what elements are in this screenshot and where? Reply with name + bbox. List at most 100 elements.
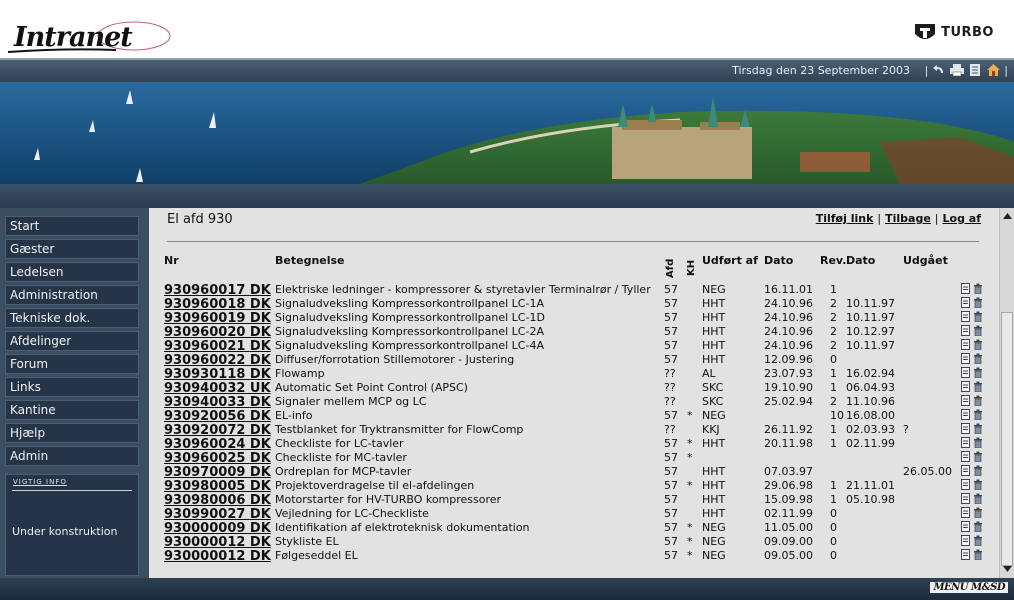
edit-document-icon[interactable] [961,339,970,350]
sidebar-item-admin[interactable]: Admin [5,446,139,466]
edit-document-icon[interactable] [961,325,970,336]
doc-number-link[interactable]: 930920072 DK [164,424,271,437]
logout-link[interactable]: Log af [943,212,981,225]
edit-document-icon[interactable] [961,465,970,476]
edit-document-icon[interactable] [961,395,970,406]
doc-number-link[interactable]: 930000009 DK [164,522,271,535]
scroll-up-icon[interactable] [1001,210,1014,222]
edit-document-icon[interactable] [961,479,970,490]
sidebar-item-hjaelp[interactable]: Hjælp [5,423,139,443]
edit-document-icon[interactable] [961,521,970,532]
edit-document-icon[interactable] [961,507,970,518]
doc-number-link[interactable]: 930960025 DK [164,452,271,465]
sidebar-item-start[interactable]: Start [5,216,139,236]
doc-afd: 57 [664,507,678,520]
delete-trash-icon[interactable] [973,395,983,406]
add-link-link[interactable]: Tilføj link [816,212,874,225]
edit-document-icon[interactable] [961,283,970,294]
delete-trash-icon[interactable] [973,423,983,434]
delete-trash-icon[interactable] [973,521,983,532]
delete-trash-icon[interactable] [973,465,983,476]
sidebar-item-gaester[interactable]: Gæster [5,239,139,259]
doc-number-link[interactable]: 930960021 DK [164,340,271,353]
doc-number-link[interactable]: 930960017 DK [164,284,271,297]
table-row: 930960021 DK Signaludveksling Kompressork… [149,339,999,353]
doc-number-link[interactable]: 930960018 DK [164,298,271,311]
delete-trash-icon[interactable] [973,409,983,420]
doc-author: SKC [702,395,724,408]
doc-number-link[interactable]: 930960019 DK [164,312,271,325]
delete-trash-icon[interactable] [973,507,983,518]
scroll-down-icon[interactable] [1001,563,1014,575]
delete-trash-icon[interactable] [973,479,983,490]
doc-number-link[interactable]: 930970009 DK [164,466,271,479]
doc-revision: 0 [830,507,837,520]
doc-title: Checkliste for MC-tavler [275,451,407,464]
row-actions [961,353,983,364]
delete-trash-icon[interactable] [973,437,983,448]
delete-trash-icon[interactable] [973,535,983,546]
doc-number-link[interactable]: 930960022 DK [164,354,271,367]
doc-author: HHT [702,325,726,338]
doc-number-link[interactable]: 930960024 DK [164,438,271,451]
edit-document-icon[interactable] [961,493,970,504]
delete-trash-icon[interactable] [973,451,983,462]
delete-trash-icon[interactable] [973,493,983,504]
delete-trash-icon[interactable] [973,367,983,378]
doc-number-link[interactable]: 930940032 UK [164,382,271,395]
edit-document-icon[interactable] [961,549,970,560]
doc-date: 09.05.00 [764,549,813,562]
sidebar-item-afdelinger[interactable]: Afdelinger [5,331,139,351]
delete-trash-icon[interactable] [973,325,983,336]
doc-number-link[interactable]: 930980006 DK [164,494,271,507]
sidebar-item-ledelsen[interactable]: Ledelsen [5,262,139,282]
sidebar-item-administration[interactable]: Administration [5,285,139,305]
edit-document-icon[interactable] [961,367,970,378]
edit-document-icon[interactable] [961,437,970,448]
back-link[interactable]: Tilbage [885,212,931,225]
edit-document-icon[interactable] [961,409,970,420]
edit-document-icon[interactable] [961,423,970,434]
intranet-logo[interactable]: Intranet [6,10,181,56]
edit-document-icon[interactable] [961,535,970,546]
scrollbar-thumb[interactable] [1001,312,1013,566]
sidebar-item-links[interactable]: Links [5,377,139,397]
home-icon[interactable] [986,63,1000,77]
edit-document-icon[interactable] [961,297,970,308]
doc-number-link[interactable]: 930000012 DK [164,550,271,563]
vertical-scrollbar[interactable] [999,208,1014,578]
doc-number-link[interactable]: 930980005 DK [164,480,271,493]
doc-revision: 0 [830,535,837,548]
edit-document-icon[interactable] [961,353,970,364]
table-row: 930940033 DK Signaler mellem MCP og LC?? S… [149,395,999,409]
doc-number-link[interactable]: 930000012 DK [164,536,271,549]
delete-trash-icon[interactable] [973,549,983,560]
document-icon[interactable] [968,63,982,77]
edit-document-icon[interactable] [961,451,970,462]
divider [167,241,979,242]
delete-trash-icon[interactable] [973,339,983,350]
doc-date: 16.11.01 [764,283,813,296]
doc-kh: * [687,479,693,492]
delete-trash-icon[interactable] [973,381,983,392]
doc-number-link[interactable]: 930920056 DK [164,410,271,423]
print-icon[interactable] [950,63,965,77]
delete-trash-icon[interactable] [973,311,983,322]
delete-trash-icon[interactable] [973,283,983,294]
doc-number-link[interactable]: 930930118 DK [164,368,271,381]
doc-number-link[interactable]: 930940033 DK [164,396,271,409]
doc-number-link[interactable]: 930960020 DK [164,326,271,339]
sidebar-item-forum[interactable]: Forum [5,354,139,374]
edit-document-icon[interactable] [961,381,970,392]
sidebar-item-kantine[interactable]: Kantine [5,400,139,420]
top-header: Intranet TURBO [0,0,1014,58]
doc-author: HHT [702,479,726,492]
back-arrow-icon[interactable] [932,63,946,77]
delete-trash-icon[interactable] [973,297,983,308]
doc-number-link[interactable]: 930990027 DK [164,508,271,521]
row-actions [961,535,983,546]
delete-trash-icon[interactable] [973,353,983,364]
table-row: 930930118 DK Flowamp?? AL 23.07.93 1 16.02.94 [149,367,999,381]
sidebar-item-tekniske-dok[interactable]: Tekniske dok. [5,308,139,328]
edit-document-icon[interactable] [961,311,970,322]
